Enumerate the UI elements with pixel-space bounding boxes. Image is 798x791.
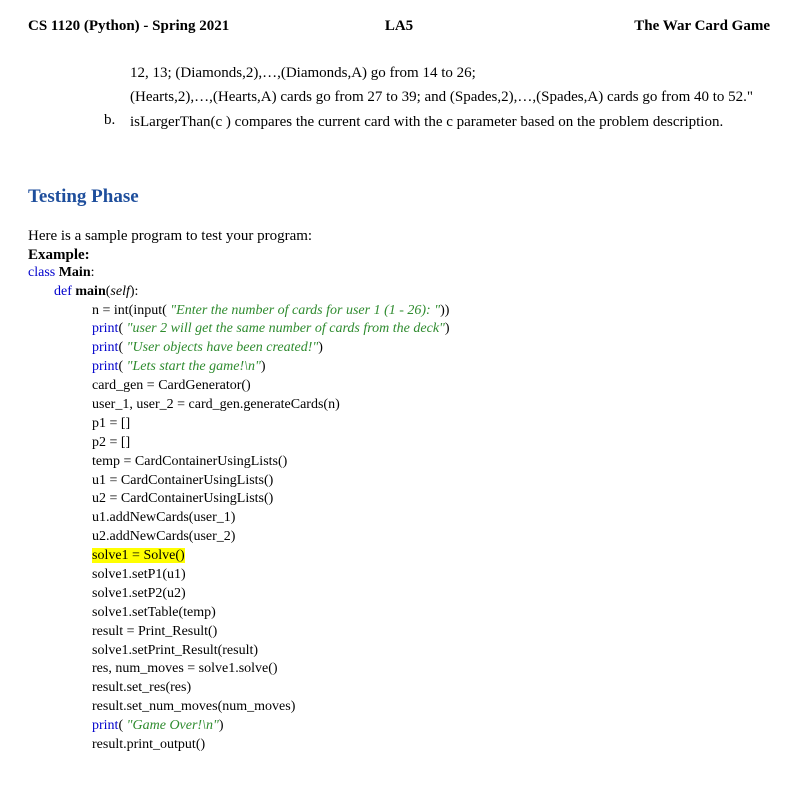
code-line-16: solve1 = Solve() — [92, 547, 770, 566]
code-line-23: result.set_res(res) — [92, 679, 770, 698]
code-line-18: solve1.setP2(u2) — [92, 585, 770, 604]
code-line-25: print( "Game Over!\n") — [92, 717, 770, 736]
code-line-26: result.print_output() — [92, 736, 770, 755]
code-line-14: u1.addNewCards(user_1) — [92, 509, 770, 528]
section-title-testing: Testing Phase — [28, 186, 770, 208]
kw-print-6: print — [92, 359, 118, 374]
list-continuation: 12, 13; (Diamonds,2),…,(Diamonds,A) go f… — [130, 63, 770, 136]
code-line-15: u2.addNewCards(user_2) — [92, 528, 770, 547]
code-line-22: res, num_moves = solve1.solve() — [92, 660, 770, 679]
code-block: class Main: def main(self): n = int(inpu… — [28, 264, 770, 755]
code-line-class: class Main: — [28, 264, 770, 283]
code-line-5: print( "User objects have been created!"… — [92, 339, 770, 358]
list-marker-b: b. — [104, 112, 130, 136]
class-name-main: Main — [59, 265, 91, 280]
code-line-12: u1 = CardContainerUsingLists() — [92, 472, 770, 491]
list-item-b: b. isLargerThan(c ) compares the current… — [104, 112, 770, 136]
kw-def: def — [54, 284, 72, 299]
code-line-4: print( "user 2 will get the same number … — [92, 320, 770, 339]
header-title: The War Card Game — [523, 18, 770, 35]
kw-print-4: print — [92, 321, 118, 336]
param-self: self — [110, 284, 129, 299]
kw-print-5: print — [92, 340, 118, 355]
list-cont-line1: 12, 13; (Diamonds,2),…,(Diamonds,A) go f… — [130, 63, 770, 83]
code-line-21: solve1.setPrint_Result(result) — [92, 642, 770, 661]
code-line-7: card_gen = CardGenerator() — [92, 377, 770, 396]
code-line-10: p2 = [] — [92, 434, 770, 453]
str-4: "user 2 will get the same number of card… — [127, 321, 445, 336]
str-25: "Game Over!\n" — [127, 718, 219, 733]
str-6: "Lets start the game!\n" — [127, 359, 261, 374]
fn-main: main — [75, 284, 105, 299]
code-line-20: result = Print_Result() — [92, 623, 770, 642]
code-line-19: solve1.setTable(temp) — [92, 604, 770, 623]
kw-class: class — [28, 265, 55, 280]
code-line-9: p1 = [] — [92, 415, 770, 434]
header-course: CS 1120 (Python) - Spring 2021 — [28, 18, 275, 35]
code-line-def: def main(self): — [54, 283, 770, 302]
code-line-6: print( "Lets start the game!\n") — [92, 358, 770, 377]
str-3: "Enter the number of cards for user 1 (1… — [170, 303, 440, 318]
list-cont-line2: (Hearts,2),…,(Hearts,A) cards go from 27… — [130, 87, 770, 107]
code-line-3: n = int(input( "Enter the number of card… — [92, 302, 770, 321]
example-label: Example: — [28, 247, 770, 264]
kw-print-25: print — [92, 718, 118, 733]
colon: : — [91, 265, 95, 280]
intro-text: Here is a sample program to test your pr… — [28, 228, 770, 245]
highlight-solve: solve1 = Solve() — [92, 548, 185, 563]
str-5: "User objects have been created!" — [127, 340, 319, 355]
list-item-b-text: isLargerThan(c ) compares the current ca… — [130, 112, 723, 132]
code-line-8: user_1, user_2 = card_gen.generateCards(… — [92, 396, 770, 415]
header-assignment: LA5 — [275, 18, 522, 35]
code-line-24: result.set_num_moves(num_moves) — [92, 698, 770, 717]
code-line-13: u2 = CardContainerUsingLists() — [92, 490, 770, 509]
code-line-11: temp = CardContainerUsingLists() — [92, 453, 770, 472]
page-header: CS 1120 (Python) - Spring 2021 LA5 The W… — [28, 18, 770, 35]
code-line-17: solve1.setP1(u1) — [92, 566, 770, 585]
